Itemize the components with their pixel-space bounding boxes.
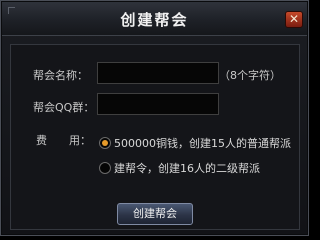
guild-qq-input[interactable]: [97, 93, 219, 115]
close-icon[interactable]: ✕: [285, 11, 303, 28]
guild-qq-label: 帮会QQ群：: [33, 101, 95, 114]
fee-label: 费 用：: [36, 134, 91, 147]
fee-option-copper-label[interactable]: 500000铜钱，创建15人的普通帮派: [114, 135, 291, 151]
fee-option-copper-radio[interactable]: [99, 137, 111, 149]
create-guild-button[interactable]: 创建帮会: [117, 203, 193, 225]
create-guild-dialog: 创建帮会 ✕ 帮会名称： （8个字符） 帮会QQ群： 费 用： 500000铜钱…: [0, 0, 309, 236]
guild-name-label: 帮会名称：: [33, 69, 88, 82]
fee-option-token-radio[interactable]: [99, 162, 111, 174]
title-bar: 创建帮会 ✕: [2, 2, 307, 36]
fee-option-token-label[interactable]: 建帮令，创建16人的二级帮派: [114, 160, 260, 176]
guild-name-hint: （8个字符）: [219, 69, 281, 82]
guild-name-input[interactable]: [97, 62, 219, 84]
dialog-title: 创建帮会: [120, 11, 189, 29]
